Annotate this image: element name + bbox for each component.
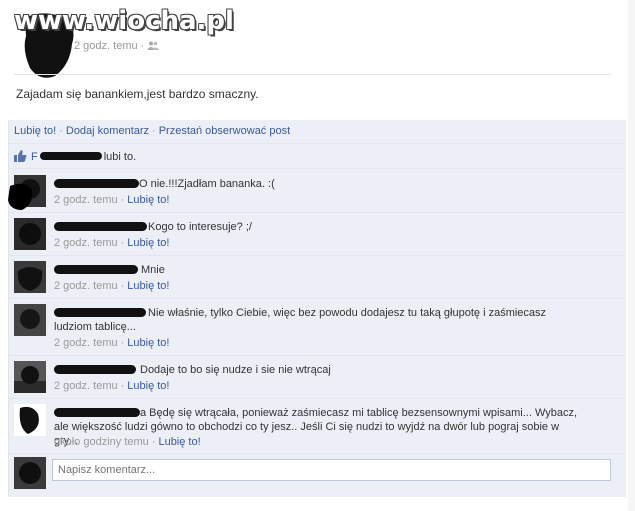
avatar[interactable] — [14, 218, 46, 250]
comment-text: Nie właśnie, tylko Ciebie, więc bez powo… — [54, 307, 547, 333]
avatar[interactable] — [14, 361, 46, 393]
comment-text: Dodaje to bo się nudze i sie nie wtrącaj — [140, 364, 331, 376]
comment-like-link[interactable]: Lubię to! — [127, 237, 169, 249]
likes-text: lubi to. — [103, 151, 137, 163]
avatar[interactable] — [14, 404, 46, 436]
redacted-name — [39, 152, 102, 160]
comment-time[interactable]: 2 godz. temu — [54, 337, 118, 349]
comment-meta: 2 godz. temu · Lubię to! — [54, 237, 170, 249]
comment-like-link[interactable]: Lubię to! — [127, 337, 169, 349]
comment-time[interactable]: około godziny temu — [54, 436, 149, 448]
redacted-name — [54, 365, 136, 374]
post-time[interactable]: 2 godz. temu · — [74, 40, 144, 52]
divider — [8, 453, 625, 454]
comment-meta: 2 godz. temu · Lubię to! — [54, 337, 170, 349]
divider — [8, 212, 625, 213]
comment-text: O nie.!!!Zjadłam bananka. :( — [139, 178, 275, 190]
like-link[interactable]: Lubię to! — [14, 125, 56, 137]
divider — [8, 398, 625, 399]
post-text: Zajadam się banankiem,jest bardzo smaczn… — [16, 87, 259, 101]
comment-meta: 2 godz. temu · Lubię to! — [54, 280, 170, 292]
comment-meta: 2 godz. temu · Lubię to! — [54, 380, 170, 392]
redacted-name — [54, 265, 138, 274]
likes-summary: Flubi to. — [14, 150, 136, 163]
divider — [14, 74, 611, 75]
thumbs-up-icon — [14, 150, 27, 162]
comment-like-link[interactable]: Lubię to! — [127, 194, 169, 206]
comment-time[interactable]: 2 godz. temu — [54, 380, 118, 392]
divider — [8, 143, 625, 144]
add-comment-link[interactable]: Dodaj komentarz — [66, 125, 149, 137]
comment-text: Kogo to interesuje? ;/ — [148, 221, 252, 233]
post-actions: Lubię to! · Dodaj komentarz · Przestań obser… — [14, 125, 291, 137]
comment-like-link[interactable]: Lubię to! — [158, 436, 200, 448]
divider — [8, 168, 625, 169]
redaction-scribble — [6, 180, 36, 212]
liker-name[interactable]: F — [31, 151, 38, 163]
scrollbar[interactable] — [628, 0, 635, 511]
avatar[interactable] — [14, 261, 46, 293]
comment-meta: 2 godz. temu · Lubię to! — [54, 194, 170, 206]
divider — [8, 355, 625, 356]
friends-icon — [147, 41, 160, 50]
current-user-avatar — [14, 457, 46, 489]
divider — [8, 255, 625, 256]
comment-like-link[interactable]: Lubię to! — [127, 280, 169, 292]
watermark-logo: www.wiocha.pl — [14, 6, 234, 36]
comment-time[interactable]: 2 godz. temu — [54, 237, 118, 249]
post-meta: 2 godz. temu · — [74, 40, 160, 52]
redacted-name — [54, 222, 147, 231]
unfollow-link[interactable]: Przestań obserwować post — [159, 125, 290, 137]
avatar[interactable] — [14, 304, 46, 336]
comment-time[interactable]: 2 godz. temu — [54, 194, 118, 206]
comment-like-link[interactable]: Lubię to! — [127, 380, 169, 392]
comment-meta: około godziny temu · Lubię to! — [54, 436, 201, 448]
comment-text: Mnie — [141, 264, 165, 276]
comment-input[interactable] — [53, 460, 610, 480]
comment-input-box[interactable] — [52, 459, 611, 481]
redacted-name — [54, 179, 139, 188]
comment-time[interactable]: 2 godz. temu — [54, 280, 118, 292]
divider — [8, 298, 625, 299]
